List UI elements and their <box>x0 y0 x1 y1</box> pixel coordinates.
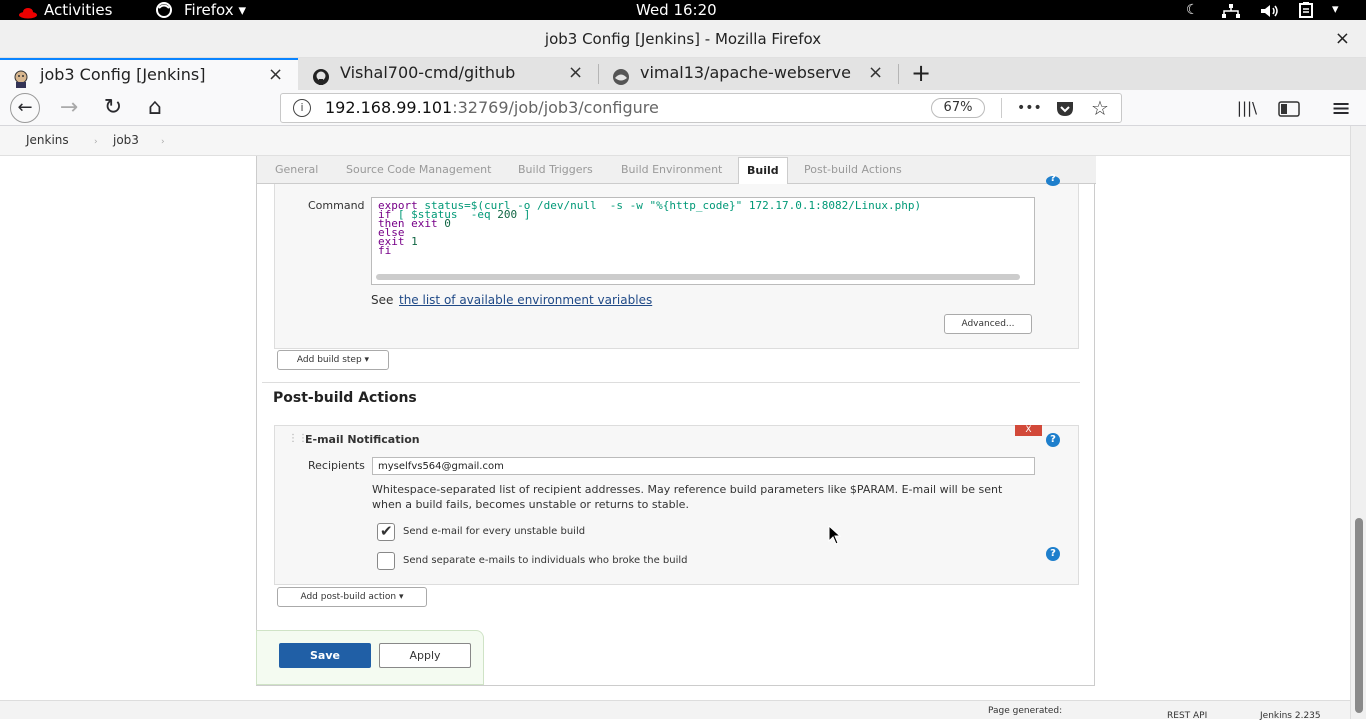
command-label: Command <box>308 199 365 212</box>
night-light-icon: ☾ <box>1186 2 1199 18</box>
window-title-bar: job3 Config [Jenkins] - Mozilla Firefox … <box>0 20 1366 58</box>
app-menu-button[interactable]: Firefox ▾ <box>184 0 246 20</box>
add-build-step-button[interactable]: Add build step ▾ <box>277 350 389 370</box>
forward-button[interactable]: → <box>54 93 84 123</box>
chevron-down-icon: ▾ <box>364 355 370 365</box>
add-build-step-label: Add build step <box>296 355 362 365</box>
help-icon[interactable]: ? <box>1046 433 1060 447</box>
tab-separator <box>898 64 899 84</box>
recipients-label: Recipients <box>308 459 365 472</box>
recipients-input[interactable] <box>372 457 1035 475</box>
system-top-bar: Activities Firefox ▾ Wed 16:20 ☾ ▾ <box>0 0 1366 20</box>
tab-build-environment[interactable]: Build Environment <box>621 156 722 184</box>
new-tab-button[interactable]: + <box>904 58 938 90</box>
apply-button[interactable]: Apply <box>379 643 471 668</box>
zoom-level-badge[interactable]: 67% <box>931 98 985 118</box>
tab-post-build-actions[interactable]: Post-build Actions <box>804 156 902 184</box>
help-icon[interactable]: ? <box>1046 174 1060 186</box>
url-text[interactable]: 192.168.99.101:32769/job/job3/configure <box>325 94 659 122</box>
individuals-label[interactable]: Send separate e-mails to individuals who… <box>403 555 688 566</box>
pocket-icon[interactable] <box>1055 99 1075 127</box>
reload-button[interactable]: ↻ <box>98 93 128 123</box>
home-button[interactable]: ⌂ <box>140 93 170 123</box>
app-menu-label: Firefox <box>184 1 234 19</box>
tab-close-icon[interactable]: × <box>568 58 583 88</box>
tab-strip: job3 Config [Jenkins] × Vishal700-cmd/gi… <box>0 58 1366 90</box>
sidebar-toggle-icon[interactable] <box>1274 96 1304 126</box>
clock[interactable]: Wed 16:20 <box>636 0 717 20</box>
tab-label: job3 Config [Jenkins] <box>40 65 206 84</box>
jenkins-favicon-icon <box>12 67 30 88</box>
unstable-build-label[interactable]: Send e-mail for every unstable build <box>403 526 585 537</box>
url-host: 192.168.99.101 <box>325 98 453 117</box>
section-divider <box>262 382 1080 383</box>
tab-separator <box>598 64 599 84</box>
window-close-button[interactable]: × <box>1335 20 1350 58</box>
site-info-icon[interactable]: i <box>293 99 311 117</box>
tab-build-triggers[interactable]: Build Triggers <box>518 156 593 184</box>
see-text: See <box>371 293 394 307</box>
breadcrumb-item-jenkins[interactable]: Jenkins <box>26 126 69 154</box>
library-icon[interactable]: |||\ <box>1232 93 1262 123</box>
tab-source-code-management[interactable]: Source Code Management <box>346 156 491 184</box>
add-post-build-action-label: Add post-build action <box>300 592 397 602</box>
scrollbar-thumb[interactable] <box>1355 518 1363 713</box>
individuals-checkbox[interactable] <box>377 552 395 570</box>
delete-step-button[interactable]: X <box>1015 425 1042 436</box>
mouse-cursor-icon <box>828 524 842 549</box>
tab-build[interactable]: Build <box>738 157 788 186</box>
page-actions-icon[interactable]: ••• <box>1017 94 1042 122</box>
help-icon[interactable]: ? <box>1046 547 1060 561</box>
bookmark-star-icon[interactable]: ☆ <box>1091 94 1109 122</box>
redhat-logo-icon <box>18 4 38 19</box>
github-favicon-icon <box>312 65 330 85</box>
chevron-down-icon: ▾ <box>238 1 246 19</box>
page-footer <box>0 700 1350 719</box>
add-post-build-action-button[interactable]: Add post-build action ▾ <box>277 587 427 607</box>
url-path: :32769/job/job3/configure <box>452 98 659 117</box>
config-tab-bar: General Source Code Management Build Tri… <box>257 156 1096 186</box>
tab-general[interactable]: General <box>275 156 318 184</box>
breadcrumb-item-job3[interactable]: job3 <box>113 126 139 154</box>
post-build-heading: Post-build Actions <box>273 390 417 406</box>
breadcrumb: Jenkins › job3 › <box>0 126 1350 156</box>
window-title: job3 Config [Jenkins] - Mozilla Firefox <box>544 30 822 48</box>
env-variables-link[interactable]: the list of available environment variab… <box>399 293 652 307</box>
save-button[interactable]: Save <box>279 643 371 668</box>
chevron-down-icon: ▾ <box>399 592 404 602</box>
breadcrumb-separator: › <box>161 137 165 147</box>
url-separator <box>1001 98 1002 118</box>
tab-close-icon[interactable]: × <box>268 60 283 90</box>
email-notification-title: E-mail Notification <box>305 433 420 446</box>
tab-label: vimal13/apache-webserve <box>640 63 851 82</box>
docker-favicon-icon <box>612 65 630 85</box>
back-button[interactable]: ← <box>10 93 40 123</box>
url-bar[interactable]: i 192.168.99.101:32769/job/job3/configur… <box>280 93 1122 123</box>
recipients-help-text: Whitespace-separated list of recipient a… <box>372 483 1003 511</box>
command-textarea[interactable]: export status=$(curl -o /dev/null -s -w … <box>371 197 1035 285</box>
command-line: fi <box>378 244 392 257</box>
system-menu-chevron-icon[interactable]: ▾ <box>1332 0 1339 20</box>
page-generated-label: Page generated: <box>988 706 1063 716</box>
tab-job3-config[interactable]: job3 Config [Jenkins] × <box>0 58 298 90</box>
advanced-button[interactable]: Advanced... <box>944 314 1032 334</box>
jenkins-version-link[interactable]: Jenkins 2.235 <box>1260 711 1321 721</box>
activities-button[interactable]: Activities <box>44 0 112 20</box>
page-scrollbar[interactable] <box>1350 126 1366 719</box>
tab-github-repo[interactable]: Vishal700-cmd/github × <box>300 58 596 90</box>
breadcrumb-separator: › <box>94 137 98 147</box>
tab-close-icon[interactable]: × <box>868 58 883 88</box>
tab-dockerhub-image[interactable]: vimal13/apache-webserve × <box>600 58 896 90</box>
tab-label: Vishal700-cmd/github <box>340 63 516 82</box>
command-horizontal-scrollbar[interactable] <box>376 274 1020 280</box>
navigation-toolbar: ← → ↻ ⌂ i 192.168.99.101:32769/job/job3/… <box>0 90 1366 126</box>
rest-api-link[interactable]: REST API <box>1167 711 1207 721</box>
firefox-app-icon <box>156 2 172 18</box>
hamburger-menu-icon[interactable]: ≡ <box>1326 93 1356 123</box>
unstable-build-checkbox[interactable] <box>377 522 395 541</box>
